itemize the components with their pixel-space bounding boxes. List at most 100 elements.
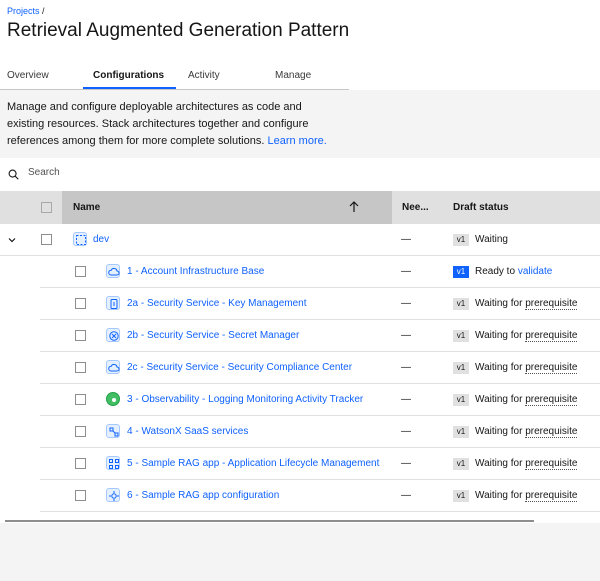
- draft-status: Waiting for prerequisite: [475, 298, 578, 310]
- row-checkbox[interactable]: [75, 266, 86, 277]
- row-name-link[interactable]: 2c - Security Service - Security Complia…: [127, 362, 352, 373]
- search-icon: [8, 169, 19, 180]
- row-name-link[interactable]: 3 - Observability - Logging Monitoring A…: [127, 394, 363, 405]
- table-header: Name Nee... Draft status: [0, 191, 600, 224]
- tab-bar: Overview Configurations Activity Manage: [0, 68, 600, 90]
- table-row[interactable]: 2a - Security Service - Key Management —…: [0, 288, 600, 320]
- draft-status-text: Waiting for: [475, 490, 523, 501]
- version-tag: v1: [453, 490, 469, 502]
- row-name-link[interactable]: 6 - Sample RAG app configuration: [127, 490, 279, 501]
- draft-status-text: Waiting for: [475, 362, 523, 373]
- watsonx-icon: [106, 424, 120, 438]
- prerequisite-link[interactable]: prerequisite: [525, 490, 578, 502]
- table-row[interactable]: 1 - Account Infrastructure Base — v1 Rea…: [0, 256, 600, 288]
- horizontal-scrollbar[interactable]: [5, 520, 534, 522]
- version-tag: v1: [453, 394, 469, 406]
- needs-value: —: [401, 234, 411, 245]
- row-checkbox[interactable]: [75, 362, 86, 373]
- prerequisite-link[interactable]: prerequisite: [525, 426, 578, 438]
- version-tag: v1: [453, 298, 469, 310]
- row-name-link[interactable]: 5 - Sample RAG app - Application Lifecyc…: [127, 458, 379, 469]
- needs-value: —: [401, 330, 411, 341]
- tab-bar-divider: [0, 89, 349, 90]
- name-column-header[interactable]: Name: [73, 202, 100, 213]
- table-row[interactable]: 2b - Security Service - Secret Manager —…: [0, 320, 600, 352]
- needs-column-header[interactable]: Nee...: [402, 202, 429, 213]
- configurations-table: Name Nee... Draft status dev — v1 Waitin…: [0, 158, 600, 523]
- prerequisite-link[interactable]: prerequisite: [525, 298, 578, 310]
- draft-status-text: Waiting for: [475, 394, 523, 405]
- row-name-link[interactable]: 1 - Account Infrastructure Base: [127, 266, 264, 277]
- table-row[interactable]: 4 - WatsonX SaaS services — v1 Waiting f…: [0, 416, 600, 448]
- tab-overview[interactable]: Overview: [7, 68, 49, 89]
- group-name-link[interactable]: dev: [93, 234, 109, 245]
- row-checkbox[interactable]: [41, 234, 52, 245]
- tab-manage[interactable]: Manage: [275, 68, 311, 89]
- draft-status-text: Waiting for: [475, 330, 523, 341]
- row-checkbox[interactable]: [75, 330, 86, 341]
- row-divider: [40, 511, 600, 512]
- prerequisite-link[interactable]: prerequisite: [525, 330, 578, 342]
- needs-value: —: [401, 490, 411, 501]
- chevron-down-icon[interactable]: [7, 235, 17, 245]
- cloud-icon: [106, 360, 120, 374]
- tab-configurations[interactable]: Configurations: [93, 68, 164, 89]
- draft-status-column-header[interactable]: Draft status: [453, 202, 509, 213]
- breadcrumb-separator: /: [42, 6, 45, 16]
- draft-status: Waiting for prerequisite: [475, 330, 578, 342]
- needs-value: —: [401, 426, 411, 437]
- page-title: Retrieval Augmented Generation Pattern: [7, 20, 350, 41]
- page-header: Projects / Retrieval Augmented Generatio…: [0, 0, 600, 90]
- row-name-link[interactable]: 2b - Security Service - Secret Manager: [127, 330, 299, 341]
- breadcrumb-projects-link[interactable]: Projects: [7, 6, 40, 16]
- row-name-link[interactable]: 4 - WatsonX SaaS services: [127, 426, 248, 437]
- secret-icon: [106, 328, 120, 342]
- sort-ascending-icon[interactable]: [348, 200, 360, 214]
- row-checkbox[interactable]: [75, 490, 86, 501]
- tab-activity[interactable]: Activity: [188, 68, 220, 89]
- row-checkbox[interactable]: [75, 394, 86, 405]
- prerequisite-link[interactable]: prerequisite: [525, 362, 578, 374]
- draft-status: Waiting: [475, 234, 508, 245]
- version-tag: v1: [453, 330, 469, 342]
- prerequisite-link[interactable]: prerequisite: [525, 394, 578, 406]
- draft-status: Waiting for prerequisite: [475, 362, 578, 374]
- draft-status: Waiting for prerequisite: [475, 458, 578, 470]
- needs-value: —: [401, 362, 411, 373]
- row-checkbox[interactable]: [75, 298, 86, 309]
- table-row[interactable]: 3 - Observability - Logging Monitoring A…: [0, 384, 600, 416]
- row-checkbox[interactable]: [75, 426, 86, 437]
- table-row[interactable]: 5 - Sample RAG app - Application Lifecyc…: [0, 448, 600, 480]
- name-column-header-bg: [62, 191, 392, 224]
- prerequisite-link[interactable]: prerequisite: [525, 458, 578, 470]
- row-name-link[interactable]: 2a - Security Service - Key Management: [127, 298, 307, 309]
- table-row-group[interactable]: dev — v1 Waiting: [0, 224, 600, 256]
- draft-status: Ready to validate: [475, 266, 552, 277]
- draft-status-text: Waiting: [475, 234, 508, 245]
- cloud-icon: [106, 264, 120, 278]
- draft-status: Waiting for prerequisite: [475, 490, 578, 502]
- select-all-checkbox[interactable]: [41, 202, 52, 213]
- table-row[interactable]: 2c - Security Service - Security Complia…: [0, 352, 600, 384]
- table-row[interactable]: 6 - Sample RAG app configuration — v1 Wa…: [0, 480, 600, 512]
- validate-link[interactable]: validate: [518, 266, 552, 277]
- learn-more-link[interactable]: Learn more.: [267, 135, 326, 147]
- description-text: Manage and configure deployable architec…: [7, 101, 309, 147]
- configuration-icon: [106, 488, 120, 502]
- version-tag: v1: [453, 362, 469, 374]
- version-tag: v1: [453, 426, 469, 438]
- stack-icon: [73, 232, 87, 246]
- breadcrumb: Projects /: [7, 6, 45, 16]
- draft-status-text: Ready to: [475, 266, 516, 277]
- key-icon: [106, 296, 120, 310]
- application-icon: [106, 456, 120, 470]
- needs-value: —: [401, 394, 411, 405]
- table-search: [0, 158, 600, 191]
- page-description: Manage and configure deployable architec…: [7, 99, 337, 150]
- draft-status-text: Waiting for: [475, 426, 523, 437]
- search-input[interactable]: [28, 167, 228, 178]
- row-checkbox[interactable]: [75, 458, 86, 469]
- version-tag: v1: [453, 234, 469, 246]
- version-tag: v1: [453, 266, 469, 278]
- draft-status: Waiting for prerequisite: [475, 426, 578, 438]
